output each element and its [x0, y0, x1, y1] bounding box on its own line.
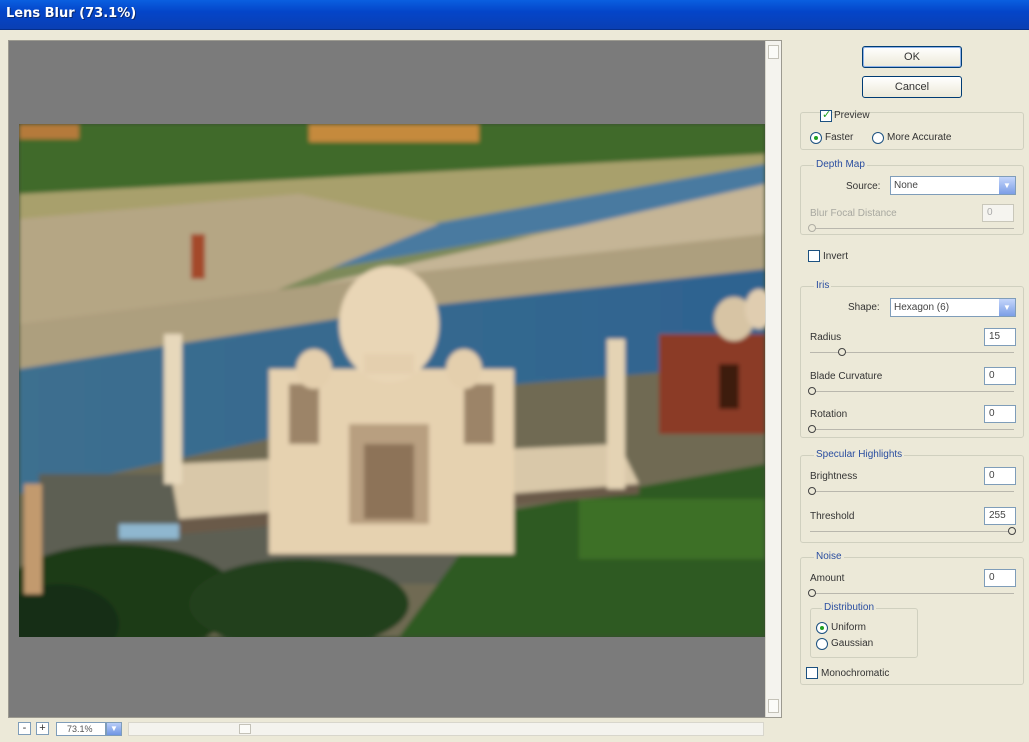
- source-label: Source:: [846, 181, 881, 192]
- blur-focal-distance-track: [810, 228, 1014, 229]
- iris-group-label: Iris: [814, 280, 832, 291]
- chevron-down-icon: ▼: [999, 299, 1015, 316]
- brightness-track: [810, 491, 1014, 492]
- blade-curvature-track: [810, 391, 1014, 392]
- blur-focal-distance-label: Blur Focal Distance: [810, 208, 897, 219]
- dialog-body: - + 73.1% ▼ OK Cancel Preview Faster Mor…: [0, 30, 1029, 742]
- zoom-in-button[interactable]: +: [36, 722, 49, 735]
- rotation-track: [810, 429, 1014, 430]
- zoom-out-button[interactable]: -: [18, 722, 31, 735]
- ok-button[interactable]: OK: [862, 46, 962, 68]
- specular-highlights-group-label: Specular Highlights: [814, 449, 905, 460]
- monochromatic-label: Monochromatic: [821, 668, 890, 679]
- source-select-value: None: [894, 180, 918, 191]
- amount-slider[interactable]: [808, 589, 816, 597]
- more-accurate-radio[interactable]: [872, 132, 884, 144]
- preview-canvas[interactable]: [8, 40, 782, 718]
- title-bar: Lens Blur (73.1%): [0, 0, 1029, 30]
- distribution-group: [810, 608, 918, 658]
- faster-label: Faster: [825, 132, 854, 143]
- vertical-scrollbar[interactable]: [765, 41, 781, 717]
- blade-curvature-slider[interactable]: [808, 387, 816, 395]
- radius-field[interactable]: 15: [984, 328, 1016, 346]
- rotation-label: Rotation: [810, 409, 848, 420]
- rotation-field[interactable]: 0: [984, 405, 1016, 423]
- shape-label: Shape:: [848, 302, 880, 313]
- blur-focal-distance-slider[interactable]: [808, 224, 816, 232]
- brightness-slider[interactable]: [808, 487, 816, 495]
- uniform-radio[interactable]: [816, 622, 828, 634]
- source-select[interactable]: None ▼: [890, 176, 1016, 195]
- noise-group-label: Noise: [814, 551, 844, 562]
- threshold-field[interactable]: 255: [984, 507, 1016, 525]
- invert-checkbox[interactable]: [808, 250, 820, 262]
- amount-label: Amount: [810, 573, 845, 584]
- cancel-button[interactable]: Cancel: [862, 76, 962, 98]
- faster-radio[interactable]: [810, 132, 822, 144]
- zoom-level-field[interactable]: 73.1%: [56, 722, 106, 736]
- shape-select[interactable]: Hexagon (6) ▼: [890, 298, 1016, 317]
- gaussian-radio[interactable]: [816, 638, 828, 650]
- horizontal-scroll-thumb[interactable]: [239, 724, 251, 734]
- uniform-label: Uniform: [831, 622, 867, 633]
- preview-checkbox[interactable]: [820, 108, 832, 122]
- blur-focal-distance-field[interactable]: 0: [982, 204, 1014, 222]
- chevron-down-icon: ▼: [999, 177, 1015, 194]
- amount-field[interactable]: 0: [984, 569, 1016, 587]
- rotation-slider[interactable]: [808, 425, 816, 433]
- window-title: Lens Blur (73.1%): [6, 6, 137, 21]
- radius-slider[interactable]: [838, 348, 846, 356]
- brightness-field[interactable]: 0: [984, 467, 1016, 485]
- threshold-track: [810, 531, 1014, 532]
- more-accurate-label: More Accurate: [887, 132, 952, 143]
- taj-mahal-photo: [19, 124, 765, 637]
- amount-track: [810, 593, 1014, 594]
- status-bar: - + 73.1% ▼: [8, 720, 782, 738]
- preview-image: [19, 124, 765, 637]
- horizontal-scrollbar[interactable]: [128, 722, 764, 736]
- blade-curvature-field[interactable]: 0: [984, 367, 1016, 385]
- scroll-down-arrow-icon[interactable]: [768, 699, 779, 713]
- zoom-dropdown-icon[interactable]: ▼: [106, 722, 122, 736]
- threshold-slider[interactable]: [1008, 527, 1016, 535]
- depth-map-group-label: Depth Map: [814, 159, 867, 170]
- threshold-label: Threshold: [810, 511, 855, 522]
- radius-label: Radius: [810, 332, 842, 343]
- brightness-label: Brightness: [810, 471, 858, 482]
- monochromatic-checkbox[interactable]: [806, 667, 818, 679]
- invert-label: Invert: [823, 251, 849, 262]
- blade-curvature-label: Blade Curvature: [810, 371, 883, 382]
- scroll-up-arrow-icon[interactable]: [768, 45, 779, 59]
- shape-select-value: Hexagon (6): [894, 302, 950, 313]
- distribution-group-label: Distribution: [822, 602, 877, 613]
- gaussian-label: Gaussian: [831, 638, 874, 649]
- preview-label: Preview: [834, 110, 870, 121]
